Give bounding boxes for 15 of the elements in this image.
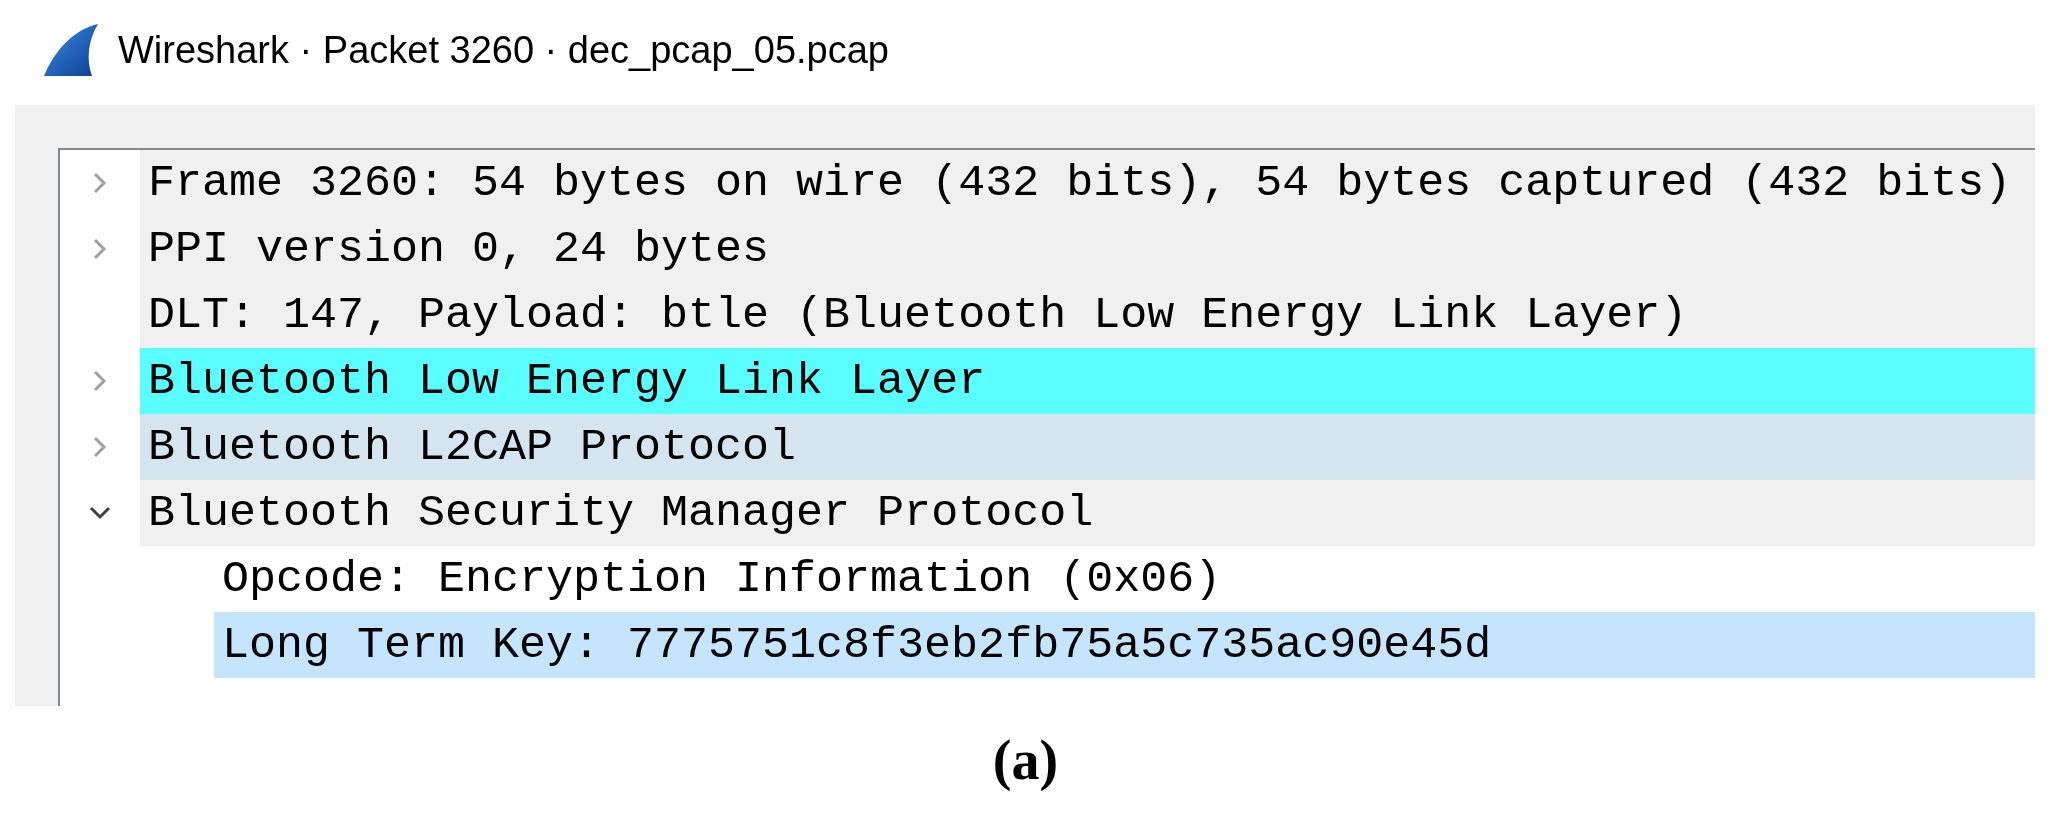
- shark-fin-icon: [42, 22, 100, 78]
- window-title: Wireshark · Packet 3260 · dec_pcap_05.pcap: [118, 28, 889, 72]
- chevron-right-icon[interactable]: [93, 172, 107, 194]
- tree-item[interactable]: DLT: 147, Payload: btle (Bluetooth Low Energy Link Layer): [140, 282, 2035, 348]
- chevron-right-icon[interactable]: [93, 370, 107, 392]
- figure-caption: (a): [992, 729, 1059, 791]
- tree-item[interactable]: Bluetooth Security Manager Protocol: [140, 480, 2035, 546]
- chevron-right-icon[interactable]: [93, 238, 107, 260]
- chevron-right-icon[interactable]: [93, 436, 107, 458]
- tree-item[interactable]: Frame 3260: 54 bytes on wire (432 bits), 54 bytes captured (432 bits): [140, 150, 2035, 216]
- chevron-down-icon[interactable]: [89, 506, 111, 520]
- tree-item[interactable]: Bluetooth Low Energy Link Layer: [140, 348, 2035, 414]
- tree-item[interactable]: PPI version 0, 24 bytes: [140, 216, 2035, 282]
- tree-item[interactable]: Long Term Key: 7775751c8f3eb2fb75a5c735ac90e45d: [214, 612, 2035, 678]
- tree-item[interactable]: Bluetooth L2CAP Protocol: [140, 414, 2035, 480]
